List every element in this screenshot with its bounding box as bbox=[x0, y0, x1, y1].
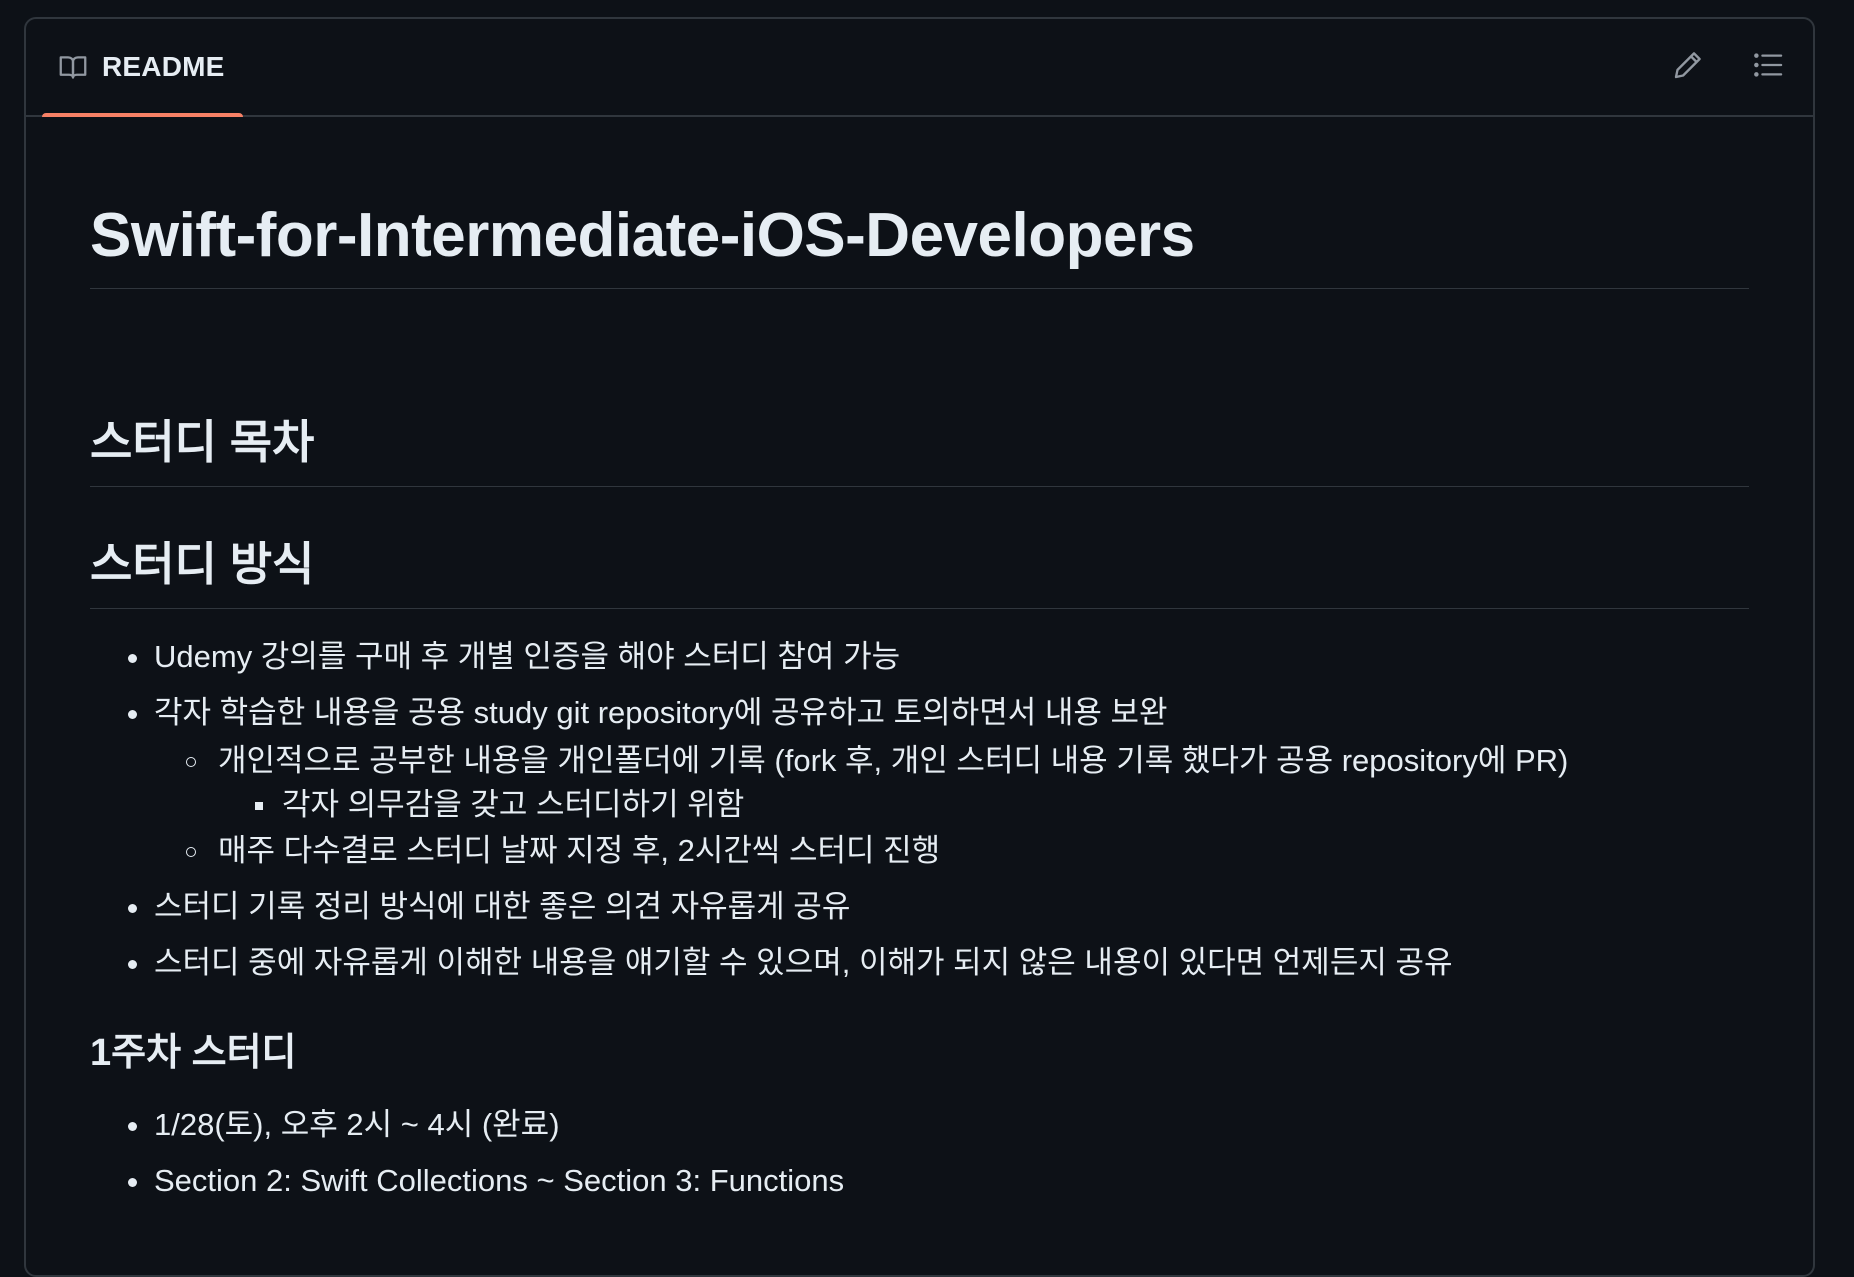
list-item: 각자 학습한 내용을 공용 study git repository에 공유하고… bbox=[90, 693, 1749, 871]
toc-heading: 스터디 목차 bbox=[90, 415, 1749, 488]
list-item: 스터디 중에 자유롭게 이해한 내용을 얘기할 수 있으며, 이해가 되지 않은… bbox=[90, 943, 1749, 983]
list-item: Udemy 강의를 구매 후 개별 인증을 해야 스터디 참여 가능 bbox=[90, 637, 1749, 677]
markdown-body: Swift-for-Intermediate-iOS-Developers 스터… bbox=[90, 115, 1749, 1217]
edit-file-button[interactable] bbox=[1671, 50, 1705, 84]
list-item: 1/28(토), 오후 2시 ~ 4시 (완료) bbox=[90, 1105, 1749, 1145]
book-icon bbox=[58, 53, 88, 81]
list-item: 매주 다수결로 스터디 날짜 지정 후, 2시간씩 스터디 진행 bbox=[154, 831, 1749, 871]
readme-tab-label: README bbox=[102, 51, 225, 82]
week1-heading: 1주차 스터디 bbox=[90, 1032, 297, 1075]
list-item: 개인적으로 공부한 내용을 개인폴더에 기록 (fork 후, 개인 스터디 내… bbox=[154, 741, 1749, 825]
method-subsublist: 각자 의무감을 갖고 스터디하기 위함 bbox=[218, 785, 1749, 825]
list-item: 스터디 기록 정리 방식에 대한 좋은 의견 자유롭게 공유 bbox=[90, 887, 1749, 927]
list-item: 각자 의무감을 갖고 스터디하기 위함 bbox=[218, 785, 1749, 825]
readme-header: README bbox=[26, 19, 1813, 117]
outline-button[interactable] bbox=[1751, 50, 1785, 84]
list-unordered-icon bbox=[1752, 50, 1784, 85]
method-sublist: 개인적으로 공부한 내용을 개인폴더에 기록 (fork 후, 개인 스터디 내… bbox=[154, 741, 1749, 871]
method-list: Udemy 강의를 구매 후 개별 인증을 해야 스터디 참여 가능 각자 학습… bbox=[90, 637, 1749, 983]
method-heading: 스터디 방식 bbox=[90, 537, 1749, 610]
pencil-icon bbox=[1673, 50, 1703, 85]
readme-tab[interactable]: README bbox=[42, 19, 243, 117]
list-item: Section 2: Swift Collections ~ Section 3… bbox=[90, 1161, 1749, 1201]
readme-panel: README Swift-for-Intermediate-iOS-Develo… bbox=[24, 17, 1815, 1277]
readme-actions bbox=[1671, 19, 1785, 115]
week1-list: 1/28(토), 오후 2시 ~ 4시 (완료) Section 2: Swif… bbox=[90, 1105, 1749, 1201]
page-title: Swift-for-Intermediate-iOS-Developers bbox=[90, 115, 1749, 290]
